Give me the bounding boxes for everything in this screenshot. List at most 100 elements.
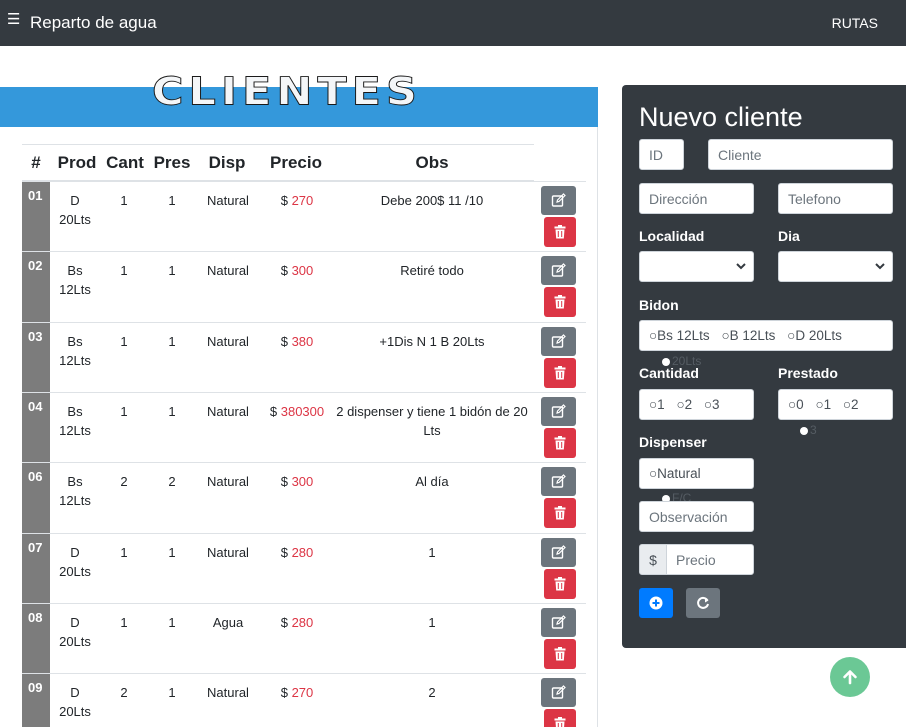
trash-icon — [554, 295, 566, 309]
edit-button[interactable] — [541, 256, 576, 286]
observacion-input[interactable]: Observación — [639, 501, 754, 532]
edit-button[interactable] — [541, 396, 576, 426]
prestado-option[interactable]: ○0 — [788, 397, 804, 412]
edit-icon — [551, 544, 566, 559]
delete-button[interactable] — [544, 357, 576, 388]
edit-button[interactable] — [541, 186, 576, 215]
row-prod: Bs 12Lts — [58, 472, 92, 510]
delete-button[interactable] — [544, 217, 576, 247]
bidon-option[interactable]: ○B 12Lts — [721, 328, 775, 343]
row-precio: $ 300 — [262, 261, 332, 280]
refresh-button[interactable] — [686, 588, 720, 618]
scroll-to-top-button[interactable] — [830, 657, 870, 697]
prod-size: 20Lts — [59, 563, 91, 579]
price-value: 380300 — [280, 403, 325, 419]
chevron-down-icon — [736, 263, 746, 270]
row-obs: 2 — [428, 685, 436, 701]
row-precio: $ 270 — [262, 191, 332, 210]
delete-button[interactable] — [544, 638, 576, 669]
refresh-icon — [697, 596, 709, 609]
edit-button[interactable] — [541, 537, 576, 567]
trash-icon — [554, 646, 566, 661]
row-pres: 1 — [168, 263, 176, 279]
row-precio: $ 270 — [262, 683, 332, 702]
row-cant: 1 — [120, 193, 128, 208]
currency-sign: $ — [280, 614, 288, 630]
precio-input[interactable]: Precio — [666, 544, 754, 575]
currency-sign: $ — [280, 544, 288, 560]
price-value: 280 — [291, 614, 314, 630]
row-prod: Bs 12Lts — [58, 332, 92, 370]
delete-button[interactable] — [544, 709, 576, 727]
prod-size: 12Lts — [59, 282, 91, 298]
price-value: 270 — [291, 193, 314, 208]
delete-button[interactable] — [544, 427, 576, 458]
menu-icon[interactable]: ☰ — [7, 10, 20, 28]
localidad-select[interactable] — [639, 251, 754, 282]
edit-icon — [551, 685, 566, 699]
row-obs: 1 — [428, 614, 436, 630]
prestado-option[interactable]: ○2 — [843, 397, 859, 412]
cantidad-option[interactable]: ○1 — [649, 397, 665, 412]
edit-icon — [551, 474, 566, 488]
edit-button[interactable] — [541, 326, 576, 356]
delete-button[interactable] — [544, 287, 576, 318]
currency-sign: $ — [280, 263, 288, 279]
bidon-option[interactable]: ○Bs 12Lts — [649, 328, 710, 343]
cantidad-option[interactable]: ○3 — [704, 397, 720, 412]
trash-icon — [554, 717, 566, 727]
table-row: 03 Bs 12Lts 1 1 Natural $ 380 +1Dis N 1 B 20Lts — [22, 321, 586, 393]
prestado-option[interactable]: ○1 — [815, 397, 831, 412]
header-number: # — [31, 153, 41, 172]
bidon-radio-group[interactable]: ○Bs 12Lts ○B 12Lts ○D 20Lts — [639, 320, 893, 351]
header-prod: Prod — [57, 153, 97, 172]
prestado-option-overflow[interactable]: 3 — [800, 423, 817, 437]
edit-button[interactable] — [541, 678, 576, 708]
cliente-input[interactable]: Cliente — [708, 139, 893, 170]
row-obs: Debe 200$ 11 /10 — [380, 193, 484, 208]
row-pres: 1 — [168, 333, 176, 349]
prod-type: Bs — [67, 263, 83, 279]
row-cant: 2 — [120, 474, 128, 490]
dispenser-option[interactable]: ○Natural — [649, 466, 701, 481]
nav-link-rutas[interactable]: RUTAS — [832, 15, 878, 31]
trash-icon — [554, 506, 566, 520]
telefono-input[interactable]: Telefono — [778, 183, 893, 214]
direccion-input[interactable]: Dirección — [639, 183, 754, 214]
prod-size: 12Lts — [59, 422, 91, 438]
table-row: 09 D 20Lts 2 1 Natural $ 270 2 — [22, 673, 586, 727]
cantidad-radio-group[interactable]: ○1 ○2 ○3 — [639, 389, 754, 420]
edit-icon — [551, 614, 566, 629]
add-client-button[interactable] — [639, 588, 673, 618]
currency-sign: $ — [280, 333, 288, 349]
row-pres: 1 — [168, 685, 176, 701]
table-row: 06 Bs 12Lts 2 2 Natural $ 300 Al día — [22, 462, 586, 534]
cantidad-option[interactable]: ○2 — [676, 397, 692, 412]
row-prod: D 20Lts — [58, 683, 92, 721]
prod-type: Bs — [67, 403, 83, 419]
trash-icon — [554, 365, 566, 380]
row-pres: 1 — [168, 614, 176, 630]
table-row: 07 D 20Lts 1 1 Natural $ 280 1 — [22, 532, 586, 604]
bidon-option[interactable]: ○D 20Lts — [787, 328, 842, 343]
row-id: 06 — [22, 463, 50, 534]
row-disp: Natural — [207, 263, 249, 279]
id-input[interactable]: ID — [639, 139, 684, 170]
edit-button[interactable] — [541, 607, 576, 637]
dispenser-label: Dispenser — [639, 434, 707, 450]
row-obs: +1Dis N 1 B 20Lts — [379, 333, 485, 349]
dispenser-radio-group[interactable]: ○Natural — [639, 458, 754, 489]
dia-select[interactable] — [778, 251, 893, 282]
edit-button[interactable] — [541, 467, 576, 497]
prestado-radio-group[interactable]: ○0 ○1 ○2 — [778, 389, 893, 420]
prod-type: D — [70, 685, 80, 701]
brand-title[interactable]: Reparto de agua — [30, 13, 157, 33]
edit-icon — [551, 193, 566, 207]
row-id: 02 — [22, 252, 50, 323]
delete-button[interactable] — [544, 568, 576, 599]
delete-button[interactable] — [544, 498, 576, 529]
row-prod: Bs 12Lts — [58, 261, 92, 299]
prod-type: D — [70, 544, 80, 560]
prod-size: 20Lts — [59, 212, 91, 227]
price-value: 270 — [291, 685, 314, 701]
